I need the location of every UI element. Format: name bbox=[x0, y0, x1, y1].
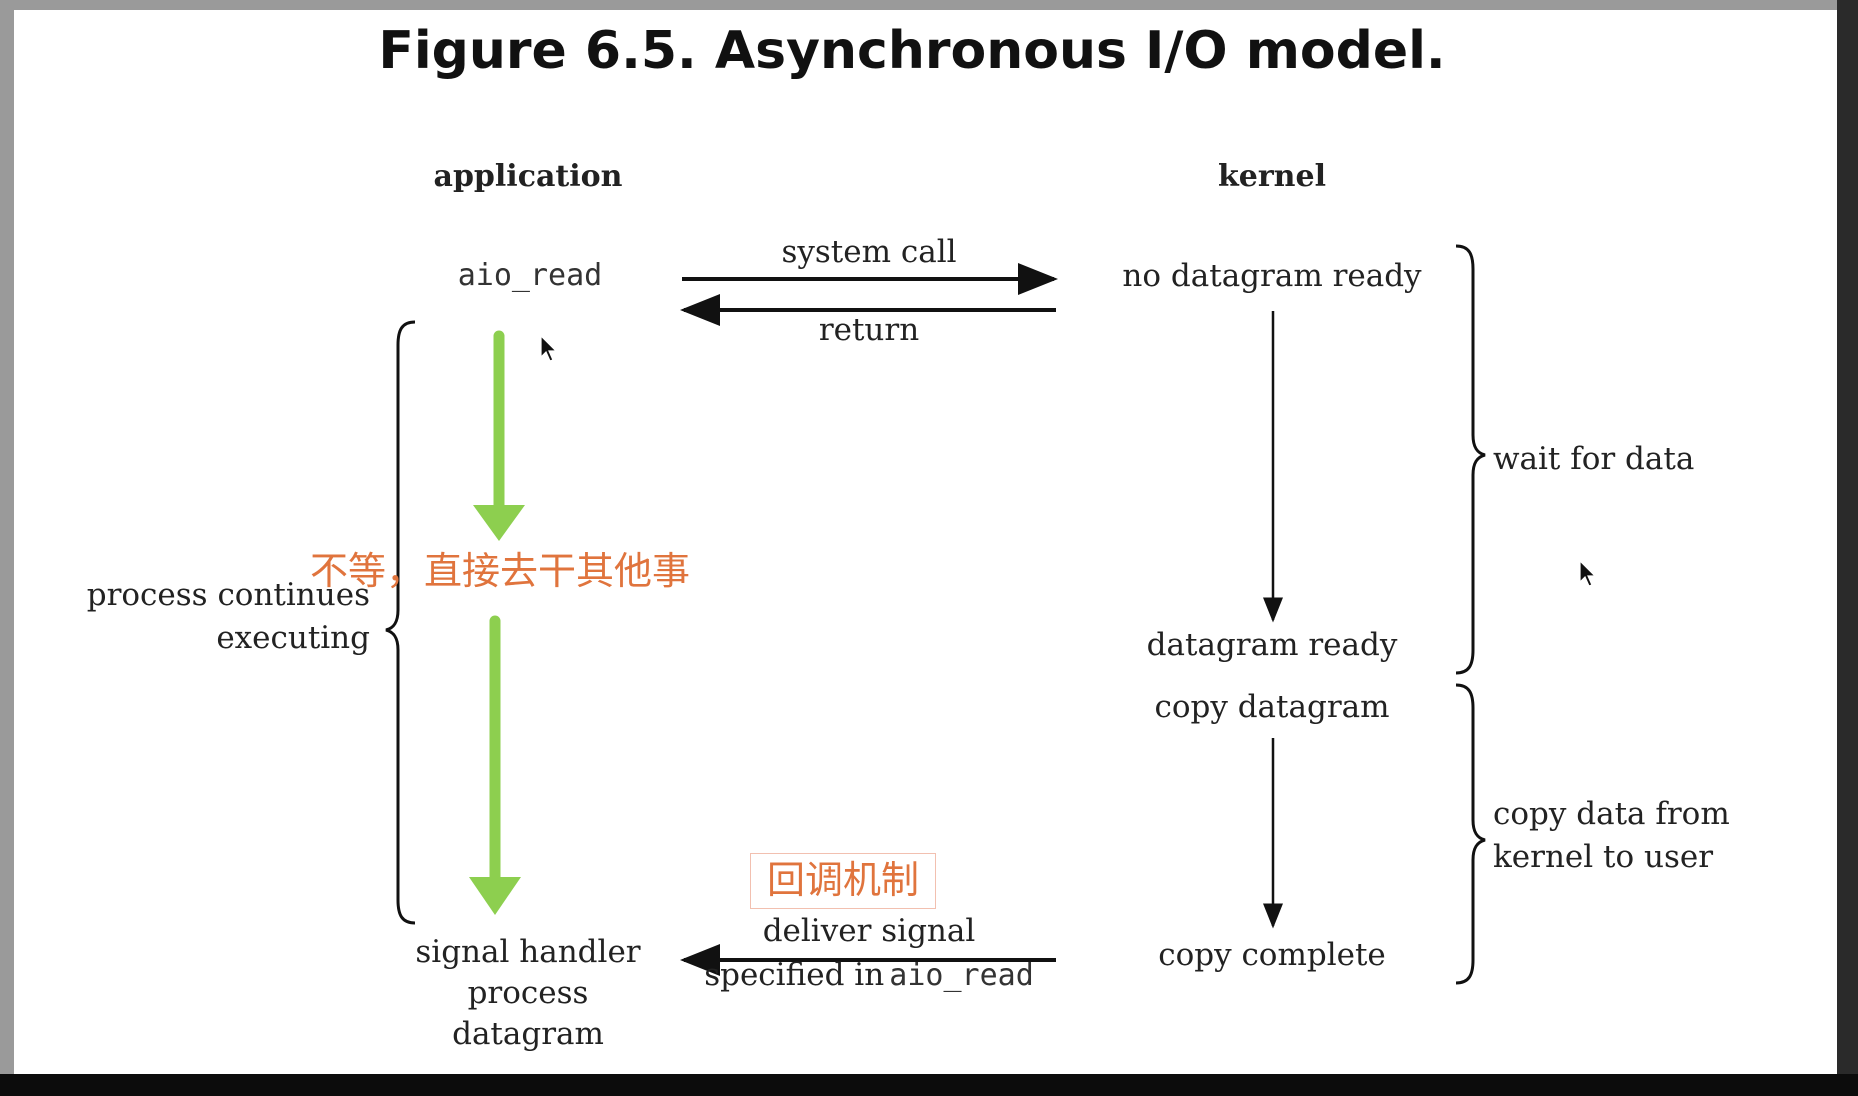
return-label: return bbox=[818, 312, 920, 348]
kernel-header: kernel bbox=[1218, 159, 1326, 194]
specified-in-code: aio_read bbox=[889, 958, 1034, 993]
copy-complete-label: copy complete bbox=[1158, 937, 1386, 973]
datagram-ready-label: datagram ready bbox=[1146, 627, 1398, 663]
green-arrow-lower bbox=[469, 615, 521, 915]
specified-in-text: specified in bbox=[704, 957, 885, 993]
mouse-cursor-icon bbox=[540, 335, 558, 362]
executing-label: executing bbox=[216, 620, 370, 656]
application-header: application bbox=[433, 159, 623, 194]
wait-brace bbox=[1455, 244, 1486, 675]
specified-in-label: specified in aio_read bbox=[704, 957, 1034, 994]
signal-handler-label: signal handler bbox=[415, 934, 641, 970]
wait-for-data-label: wait for data bbox=[1493, 441, 1695, 477]
figure-title: Figure 6.5. Asynchronous I/O model. bbox=[378, 21, 1446, 81]
system-call-label: system call bbox=[781, 234, 957, 270]
slide-canvas: Figure 6.5. Asynchronous I/O model. appl… bbox=[14, 10, 1837, 1074]
copy-data-from-label: copy data from bbox=[1493, 796, 1730, 832]
deliver-signal-label: deliver signal bbox=[762, 913, 976, 949]
aio-read-call: aio_read bbox=[457, 258, 603, 293]
no-wait-annotation: 不等，直接去干其他事 bbox=[310, 549, 691, 593]
window-frame-bottom bbox=[0, 1074, 1858, 1096]
copy-datagram-label: copy datagram bbox=[1154, 689, 1390, 725]
process-label: process bbox=[467, 975, 589, 1011]
no-datagram-ready-label: no datagram ready bbox=[1122, 258, 1422, 294]
window-frame-right bbox=[1837, 0, 1858, 1074]
mouse-cursor-icon bbox=[1579, 560, 1597, 587]
copy-brace bbox=[1455, 683, 1486, 985]
datagram-label: datagram bbox=[452, 1016, 604, 1052]
kernel-to-user-label: kernel to user bbox=[1493, 839, 1714, 875]
green-arrow-upper bbox=[473, 330, 525, 541]
process-brace bbox=[385, 320, 416, 925]
callback-annotation: 回调机制 bbox=[750, 853, 937, 909]
